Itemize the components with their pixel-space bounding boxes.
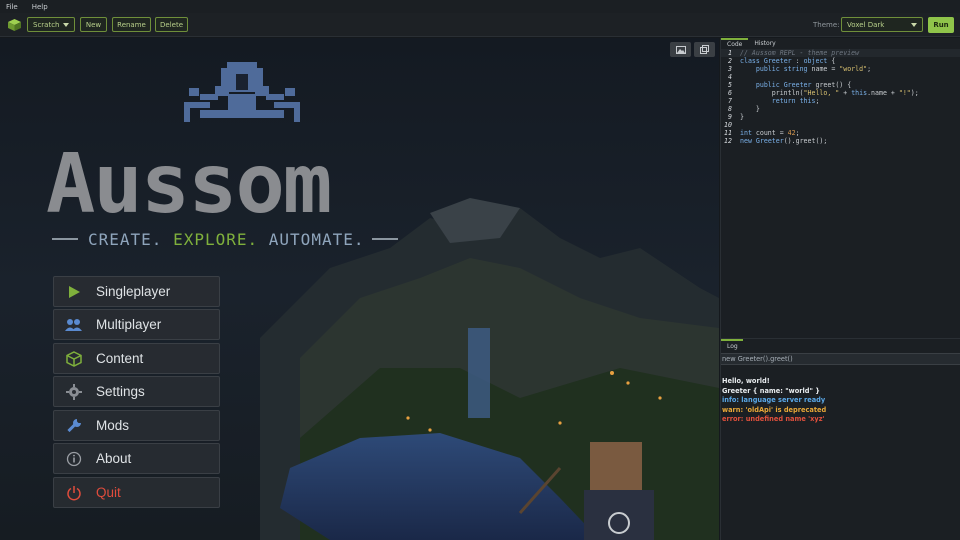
power-icon xyxy=(64,484,84,502)
new-button[interactable]: New xyxy=(80,17,107,32)
menubar: File Help xyxy=(0,0,960,13)
theme-label: Theme: xyxy=(813,21,840,29)
content-button[interactable]: Content xyxy=(53,343,220,374)
wrench-icon xyxy=(64,417,84,435)
code-line: 8 } xyxy=(721,105,960,113)
tagline-automate: AUTOMATE. xyxy=(268,229,365,249)
multiplayer-label: Multiplayer xyxy=(96,317,162,332)
tab-history[interactable]: History xyxy=(748,38,781,49)
line-number: 8 xyxy=(728,105,732,113)
settings-label: Settings xyxy=(96,384,145,399)
tagline: CREATE. EXPLORE. AUTOMATE. xyxy=(52,228,422,250)
editor-tabs: Code History xyxy=(721,38,960,49)
copy-icon[interactable] xyxy=(694,42,715,57)
code-text: new Greeter().greet(); xyxy=(740,137,828,145)
log-panel: Log new Greeter().greet() Hello, world! G… xyxy=(721,338,960,540)
singleplayer-label: Singleplayer xyxy=(96,284,171,299)
line-number: 4 xyxy=(728,73,732,81)
side-panel: Code History 1 // Aussom REPL - theme pre… xyxy=(720,38,960,540)
code-line: 5 public Greeter greet() { xyxy=(721,81,960,89)
code-text: // Aussom REPL - theme preview xyxy=(740,49,860,57)
line-number: 10 xyxy=(724,121,732,129)
tagline-dash-right xyxy=(372,238,399,240)
project-select[interactable]: Scratch xyxy=(27,17,75,32)
menu-file[interactable]: File xyxy=(6,3,18,11)
theme-select-value: Voxel Dark xyxy=(847,20,885,29)
code-text: int count = 42; xyxy=(740,129,800,137)
repl-input[interactable]: new Greeter().greet() xyxy=(721,353,960,365)
delete-button[interactable]: Delete xyxy=(155,17,188,32)
quit-button[interactable]: Quit xyxy=(53,477,220,508)
log-output: Hello, world! Greeter { name: "world" } in… xyxy=(722,377,826,425)
content-label: Content xyxy=(96,351,144,366)
code-text: } xyxy=(740,105,760,113)
users-icon xyxy=(64,316,84,334)
log-line: warn: 'oldApi' is deprecated xyxy=(722,405,827,414)
line-number: 5 xyxy=(728,81,732,89)
line-number: 11 xyxy=(724,129,732,137)
singleplayer-button[interactable]: Singleplayer xyxy=(53,276,220,307)
cube-icon xyxy=(64,350,84,368)
code-line: 7 return this; xyxy=(721,97,960,105)
chevron-down-icon xyxy=(63,23,69,27)
log-line: Greeter { name: "world" } xyxy=(722,386,820,395)
tagline-create: CREATE. xyxy=(88,229,163,249)
code-text: public string name = "world"; xyxy=(755,65,872,73)
info-icon xyxy=(64,450,84,468)
line-number: 3 xyxy=(728,65,732,73)
log-line: Hello, world! xyxy=(722,377,770,385)
mods-button[interactable]: Mods xyxy=(53,410,220,441)
code-text: class Greeter : object { xyxy=(740,57,836,65)
run-button[interactable]: Run xyxy=(928,17,954,33)
svg-text:Aussom: Aussom xyxy=(46,137,330,232)
code-editor[interactable]: 1 // Aussom REPL - theme preview 2 class Gr… xyxy=(721,49,960,339)
code-line: 2 class Greeter : object { xyxy=(721,57,960,65)
code-line: 6 println("Hello, " + this.name + "!"); xyxy=(721,89,960,97)
line-number: 6 xyxy=(728,89,732,97)
gear-icon xyxy=(64,383,84,401)
cube-logo-icon xyxy=(8,19,21,31)
theme-select[interactable]: Voxel Dark xyxy=(841,17,923,32)
project-select-value: Scratch xyxy=(33,20,60,29)
rename-button[interactable]: Rename xyxy=(112,17,151,32)
about-label: About xyxy=(96,451,132,466)
tab-code[interactable]: Code xyxy=(721,38,749,49)
line-number: 7 xyxy=(728,97,732,105)
multiplayer-button[interactable]: Multiplayer xyxy=(53,309,220,340)
image-icon[interactable] xyxy=(670,42,691,57)
code-text: public Greeter greet() { xyxy=(755,81,852,89)
play-icon xyxy=(64,283,84,301)
code-line: 10 xyxy=(721,121,960,129)
code-line: 12 new Greeter().greet(); xyxy=(721,137,960,145)
menu-help[interactable]: Help xyxy=(32,3,48,11)
tagline-explore: EXPLORE. xyxy=(173,229,259,249)
theme-preview: Aussom CREATE. EXPLORE. AUTOMATE. Single… xyxy=(0,38,719,540)
code-text: println("Hello, " + this.name + "!"); xyxy=(740,89,919,97)
code-line: 1 // Aussom REPL - theme preview xyxy=(721,49,960,57)
log-line: error: undefined name 'xyz' xyxy=(722,415,825,424)
line-number: 2 xyxy=(728,57,732,65)
settings-button[interactable]: Settings xyxy=(53,376,220,407)
tab-log[interactable]: Log xyxy=(721,339,743,351)
code-line: 4 xyxy=(721,73,960,81)
about-button[interactable]: About xyxy=(53,443,220,474)
log-line: info: language server ready xyxy=(722,396,826,405)
quit-label: Quit xyxy=(96,485,121,500)
tagline-dash-left xyxy=(52,238,78,240)
code-line: 3 public string name = "world"; xyxy=(721,65,960,73)
code-text: } xyxy=(740,113,744,121)
line-number: 12 xyxy=(724,137,732,145)
code-line: 11 int count = 42; xyxy=(721,129,960,137)
toolbar: Scratch New Rename Delete Theme: Voxel D… xyxy=(0,13,960,37)
line-number: 1 xyxy=(728,49,732,57)
code-line: 9} xyxy=(721,113,960,121)
mods-label: Mods xyxy=(96,418,130,433)
line-number: 9 xyxy=(728,113,732,121)
chevron-down-icon xyxy=(911,23,917,27)
code-text: return this; xyxy=(771,97,820,105)
